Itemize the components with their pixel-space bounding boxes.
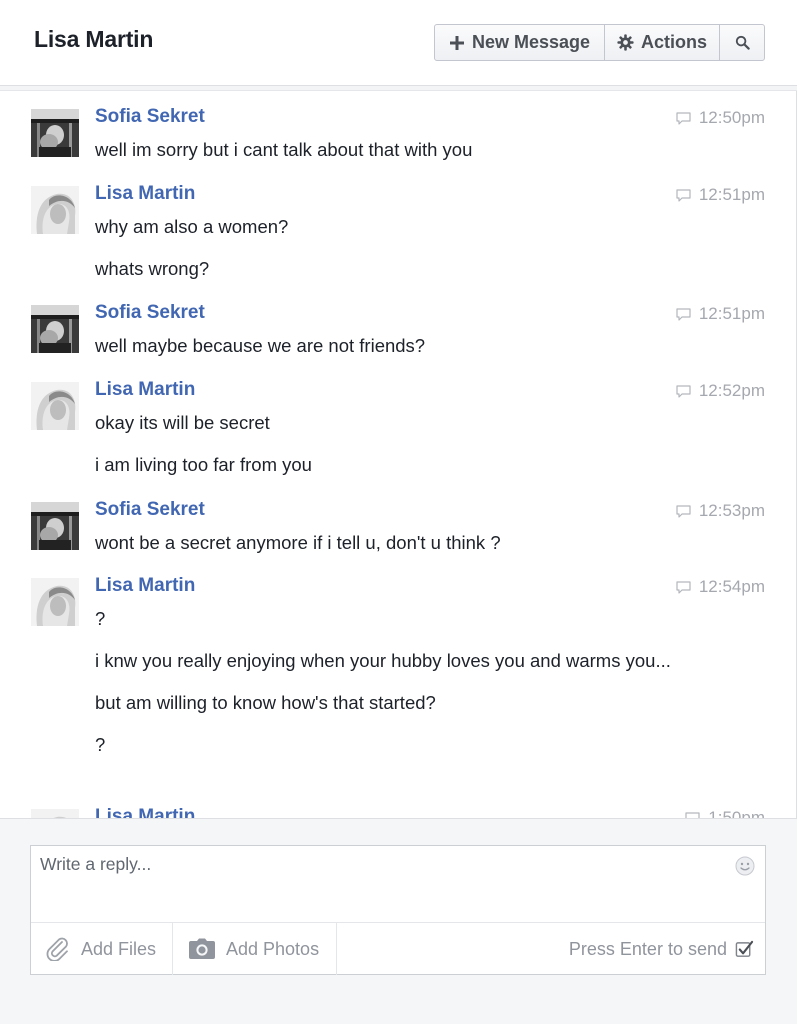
timestamp-text: 12:53pm [698,501,765,520]
avatar[interactable] [31,305,79,353]
timestamp-text: 12:54pm [698,577,765,596]
message-timestamp: 12:50pm [676,108,765,128]
avatar[interactable] [31,109,79,157]
actions-label: Actions [640,32,707,52]
message-body: ? i knw you really enjoying when your hub… [95,606,685,774]
message-text: well maybe because we are not friends? [95,335,426,356]
header-button-group: New Message Actions [434,24,765,61]
search-icon [735,35,750,50]
avatar[interactable] [31,186,79,234]
header-divider [0,86,797,91]
add-files-label: Add Files [81,938,157,959]
camera-icon [189,938,215,959]
message-list[interactable]: Sofia Sekret 12:50pm well im sorry but i c… [0,92,797,818]
message-body: why am also a women? whats wrong? [95,214,685,298]
avatar[interactable] [31,382,79,430]
avatar[interactable] [31,809,79,818]
message-timestamp: 12:51pm [676,304,765,324]
smiley-icon[interactable] [735,856,755,876]
message-text: whats wrong? [95,258,210,279]
message-body: well maybe because we are not friends? [95,333,685,375]
message-text: but am willing to know how's that starte… [95,692,436,713]
add-files-button[interactable]: Add Files [31,923,173,975]
press-enter-toggle[interactable]: Press Enter to send [569,923,754,975]
message-text: ? [95,734,106,755]
sender-name[interactable]: Lisa Martin [95,806,195,818]
message-text: i am living too far from you [95,454,312,475]
message-body: well im sorry but i cant talk about that… [95,137,685,179]
search-button[interactable] [720,25,764,60]
plus-icon [449,35,464,50]
timestamp-text: 12:51pm [698,185,765,204]
sender-name[interactable]: Lisa Martin [95,379,195,401]
new-message-label: New Message [471,32,591,52]
timestamp-text: 1:50pm [708,808,765,818]
sender-name[interactable]: Lisa Martin [95,183,195,205]
message-timestamp: 12:53pm [676,501,765,521]
chat-bubble-icon [676,504,691,518]
timestamp-text: 12:51pm [698,304,765,323]
avatar[interactable] [31,578,79,626]
checkbox-icon[interactable] [735,940,754,959]
reply-input[interactable] [31,846,765,921]
timestamp-text: 12:50pm [698,108,765,127]
add-photos-button[interactable]: Add Photos [173,923,337,975]
message-timestamp: 12:51pm [676,185,765,205]
actions-button[interactable]: Actions [605,25,720,60]
chat-bubble-icon [676,307,691,321]
message-timestamp: 1:50pm [685,808,765,818]
press-enter-label: Press Enter to send [568,938,727,959]
paperclip-icon [46,937,68,961]
reply-box: Add Files Add Photos Press Enter to send [30,845,766,975]
message-timestamp: 12:54pm [676,577,765,597]
chat-bubble-icon [676,384,691,398]
message-thread-panel: Lisa Martin New Message Actions Sofia Se… [0,0,797,1024]
message-text: okay its will be secret [95,412,270,433]
thread-header: Lisa Martin New Message Actions [0,0,797,86]
timestamp-text: 12:52pm [698,381,765,400]
message-timestamp: 12:52pm [676,381,765,401]
thread-title: Lisa Martin [34,26,154,52]
sender-name[interactable]: Sofia Sekret [95,302,205,324]
message-text: well im sorry but i cant talk about that… [95,139,473,160]
chat-bubble-icon [676,580,691,594]
add-photos-label: Add Photos [226,938,320,959]
sender-name[interactable]: Sofia Sekret [95,106,205,128]
message-text: wont be a secret anymore if i tell u, do… [95,532,501,553]
message-body: okay its will be secret i am living too f… [95,410,685,494]
gear-icon [617,34,634,51]
reply-toolbar: Add Files Add Photos Press Enter to send [31,922,765,975]
chat-bubble-icon [676,111,691,125]
message-body: wont be a secret anymore if i tell u, do… [95,530,685,572]
message-text: why am also a women? [95,216,289,237]
reply-area: Add Files Add Photos Press Enter to send [0,818,797,1024]
message-text: ? [95,608,106,629]
sender-name[interactable]: Sofia Sekret [95,499,205,521]
new-message-button[interactable]: New Message [435,25,605,60]
chat-bubble-icon [676,188,691,202]
message-text: i knw you really enjoying when your hubb… [95,650,671,671]
avatar[interactable] [31,502,79,550]
sender-name[interactable]: Lisa Martin [95,575,195,597]
